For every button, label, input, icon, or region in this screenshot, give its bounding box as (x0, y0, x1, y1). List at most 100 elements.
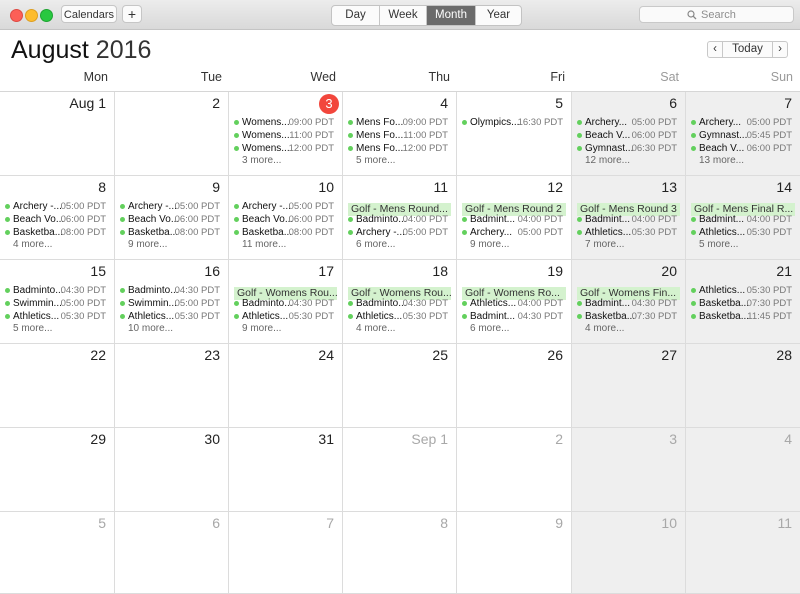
day-cell[interactable]: 11 (686, 512, 800, 594)
calendar-event[interactable]: Badminto... 04:00 PDT (343, 213, 456, 226)
more-events-link[interactable]: 3 more... (242, 155, 281, 166)
calendar-event[interactable]: Basketba... 08:00 PDT (0, 226, 114, 239)
more-events-link[interactable]: 4 more... (356, 323, 395, 334)
tab-week[interactable]: Week (380, 6, 427, 25)
more-events-link[interactable]: 13 more... (699, 155, 744, 166)
calendar-event[interactable]: Badmint... 04:00 PDT (686, 213, 800, 226)
calendar-event[interactable]: Badminto... 04:30 PDT (229, 297, 342, 310)
day-cell[interactable]: 21 Athletics... 05:30 PDT Basketba... 07:30 … (686, 260, 800, 344)
tab-year[interactable]: Year (476, 6, 521, 25)
day-cell[interactable]: 31 (229, 428, 343, 512)
day-cell[interactable]: 7 Archery... 05:00 PDT Gymnast... 05:45 PDT B… (686, 92, 800, 176)
today-button[interactable]: Today (723, 41, 773, 58)
calendar-event[interactable]: Badmint... 04:00 PDT (572, 213, 685, 226)
calendar-event[interactable]: Swimmin... 05:00 PDT (115, 297, 228, 310)
day-cell[interactable]: 12 Golf - Mens Round 2 Badmint... 04:00 PDT… (457, 176, 572, 260)
more-events-link[interactable]: 10 more... (128, 323, 173, 334)
day-cell[interactable]: Sep 1 (343, 428, 457, 512)
day-cell[interactable]: 11 Golf - Mens Round... Badminto... 04:00 P… (343, 176, 457, 260)
more-events-link[interactable]: 5 more... (356, 155, 395, 166)
calendar-event[interactable]: Athletics... 05:30 PDT (686, 284, 800, 297)
calendar-event[interactable]: Basketba... 08:00 PDT (229, 226, 342, 239)
day-cell[interactable]: 2 (115, 92, 229, 176)
calendar-event[interactable]: Badminto... 04:30 PDT (0, 284, 114, 297)
day-cell[interactable]: 7 (229, 512, 343, 594)
calendar-event[interactable]: Beach Vo... 06:00 PDT (115, 213, 228, 226)
day-cell[interactable]: 25 (343, 344, 457, 428)
day-cell[interactable]: 6 (115, 512, 229, 594)
day-cell[interactable]: 8 (343, 512, 457, 594)
day-cell[interactable]: 2 (457, 428, 572, 512)
calendar-event[interactable]: Athletics... 05:30 PDT (686, 226, 800, 239)
calendar-event[interactable]: Womens... 09:00 PDT (229, 116, 342, 129)
day-cell[interactable]: 8 Archery -... 05:00 PDT Beach Vo... 06:00 P… (0, 176, 115, 260)
tab-day[interactable]: Day (332, 6, 380, 25)
day-cell[interactable]: 14 Golf - Mens Final R... Badmint... 04:00 … (686, 176, 800, 260)
day-cell[interactable]: 13 Golf - Mens Round 3 Badmint... 04:00 PDT… (572, 176, 686, 260)
day-cell[interactable]: 9 (457, 512, 572, 594)
calendar-event[interactable]: Badminto... 04:30 PDT (115, 284, 228, 297)
day-cell[interactable]: Aug 1 (0, 92, 115, 176)
calendar-event[interactable]: Archery... 05:00 PDT (686, 116, 800, 129)
day-cell[interactable]: 5 (0, 512, 115, 594)
calendar-event[interactable]: Mens Fo... 09:00 PDT (343, 116, 456, 129)
calendar-event[interactable]: Basketba... 08:00 PDT (115, 226, 228, 239)
calendar-event[interactable]: Badmint... 04:30 PDT (457, 310, 571, 323)
calendar-event[interactable]: Archery -... 05:00 PDT (115, 200, 228, 213)
more-events-link[interactable]: 4 more... (585, 323, 624, 334)
more-events-link[interactable]: 7 more... (585, 239, 624, 250)
calendars-button[interactable]: Calendars (61, 5, 117, 23)
calendar-event[interactable]: Athletics... 05:30 PDT (572, 226, 685, 239)
day-cell[interactable]: 15 Badminto... 04:30 PDT Swimmin... 05:00 PD… (0, 260, 115, 344)
day-cell[interactable]: 3 Womens... 09:00 PDT Womens... 11:00 PDT Wom… (229, 92, 343, 176)
calendar-event[interactable]: Archery... 05:00 PDT (457, 226, 571, 239)
calendar-event[interactable]: Mens Fo... 12:00 PDT (343, 142, 456, 155)
more-events-link[interactable]: 6 more... (356, 239, 395, 250)
calendar-event[interactable]: Archery -... 05:00 PDT (229, 200, 342, 213)
day-cell[interactable]: 22 (0, 344, 115, 428)
day-cell[interactable]: 27 (572, 344, 686, 428)
calendar-event[interactable]: Archery... 05:00 PDT (572, 116, 685, 129)
more-events-link[interactable]: 9 more... (242, 323, 281, 334)
calendar-event[interactable]: Beach V... 06:00 PDT (572, 129, 685, 142)
day-cell[interactable]: 9 Archery -... 05:00 PDT Beach Vo... 06:00 P… (115, 176, 229, 260)
calendar-event[interactable]: Basketba... 07:30 PDT (572, 310, 685, 323)
calendar-event[interactable]: Badmint... 04:00 PDT (457, 213, 571, 226)
day-cell[interactable]: 24 (229, 344, 343, 428)
calendar-event[interactable]: Athletics... 05:30 PDT (343, 310, 456, 323)
calendar-event[interactable]: Swimmin... 05:00 PDT (0, 297, 114, 310)
calendar-event[interactable]: Badminto... 04:30 PDT (343, 297, 456, 310)
calendar-event[interactable]: Athletics... 05:30 PDT (115, 310, 228, 323)
add-event-button[interactable]: + (122, 5, 142, 23)
calendar-event[interactable]: Womens... 11:00 PDT (229, 129, 342, 142)
more-events-link[interactable]: 12 more... (585, 155, 630, 166)
day-cell[interactable]: 5 Olympics... 16:30 PDT (457, 92, 572, 176)
calendar-event[interactable]: Archery -... 05:00 PDT (0, 200, 114, 213)
calendar-event[interactable]: Mens Fo... 11:00 PDT (343, 129, 456, 142)
more-events-link[interactable]: 4 more... (13, 239, 52, 250)
calendar-event[interactable]: Basketba... 07:30 PDT (686, 297, 800, 310)
day-cell[interactable]: 4 (686, 428, 800, 512)
day-cell[interactable]: 16 Badminto... 04:30 PDT Swimmin... 05:00 PD… (115, 260, 229, 344)
day-cell[interactable]: 10 Archery -... 05:00 PDT Beach Vo... 06:00 … (229, 176, 343, 260)
day-cell[interactable]: 10 (572, 512, 686, 594)
calendar-event[interactable]: Badmint... 04:30 PDT (572, 297, 685, 310)
more-events-link[interactable]: 5 more... (699, 239, 738, 250)
day-cell[interactable]: 17 Golf - Womens Rou... Badminto... 04:30 P… (229, 260, 343, 344)
day-cell[interactable]: 28 (686, 344, 800, 428)
previous-month-button[interactable]: ‹ (707, 41, 723, 58)
calendar-event[interactable]: Gymnast... 05:45 PDT (686, 129, 800, 142)
calendar-event[interactable]: Beach V... 06:00 PDT (686, 142, 800, 155)
search-input[interactable]: Search (639, 6, 794, 23)
zoom-window-button[interactable] (40, 9, 53, 22)
calendar-event[interactable]: Gymnast... 06:30 PDT (572, 142, 685, 155)
calendar-event[interactable]: Athletics... 05:30 PDT (229, 310, 342, 323)
day-cell[interactable]: 20 Golf - Womens Fin... Badmint... 04:30 PD… (572, 260, 686, 344)
day-cell[interactable]: 30 (115, 428, 229, 512)
calendar-event[interactable]: Womens... 12:00 PDT (229, 142, 342, 155)
more-events-link[interactable]: 5 more... (13, 323, 52, 334)
calendar-event[interactable]: Archery -... 05:00 PDT (343, 226, 456, 239)
day-cell[interactable]: 29 (0, 428, 115, 512)
more-events-link[interactable]: 9 more... (128, 239, 167, 250)
more-events-link[interactable]: 11 more... (242, 239, 286, 250)
